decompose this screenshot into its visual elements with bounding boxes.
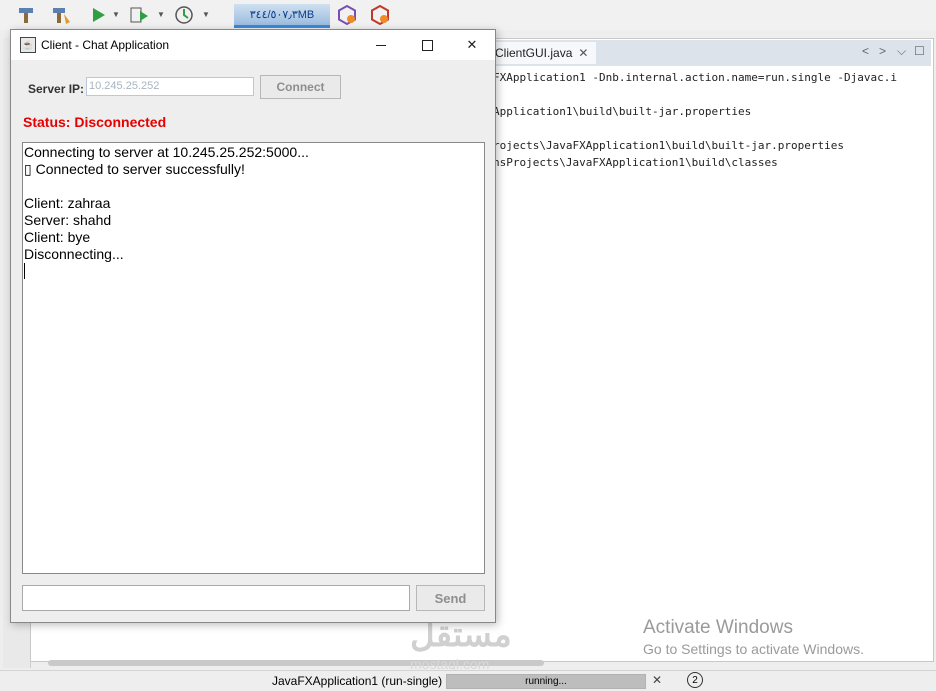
close-icon: ✕ — [466, 37, 478, 52]
minimize-icon — [376, 44, 386, 46]
gc-icon[interactable] — [336, 4, 358, 26]
chat-line: ▯ Connected to server successfully! — [24, 161, 245, 177]
debug-icon[interactable] — [128, 4, 150, 26]
chat-line: Client: zahraa — [24, 195, 111, 211]
chat-line: Disconnecting... — [24, 246, 124, 262]
activate-windows-subtitle: Go to Settings to activate Windows. — [643, 641, 864, 657]
java-app-icon: ☕ — [20, 37, 36, 53]
run-dropdown-arrow-icon[interactable]: ▼ — [112, 10, 120, 19]
output-line: FXApplication1 -Dnb.internal.action.name… — [493, 71, 897, 84]
close-tab-icon[interactable]: ✕ — [578, 46, 588, 60]
notifications-badge[interactable]: 2 — [687, 672, 703, 688]
run-task-label: JavaFXApplication1 (run-single) — [272, 674, 443, 688]
cancel-task-icon[interactable]: ✕ — [652, 673, 662, 687]
progress-text: running... — [525, 676, 567, 687]
ide-toolbar: ▼ ▼ ▼ ٣٤٤/٥٠٧٫٣MB — [0, 0, 936, 30]
maximize-icon — [421, 39, 433, 51]
close-button[interactable]: ✕ — [449, 30, 495, 60]
chat-line: Connecting to server at 10.245.25.252:50… — [24, 144, 309, 160]
chat-line: Client: bye — [24, 229, 91, 245]
profile-icon[interactable] — [173, 4, 195, 26]
client-chat-window: ☕ Client - Chat Application ✕ Server IP:… — [10, 29, 496, 623]
run-icon[interactable] — [87, 4, 109, 26]
chat-line — [24, 178, 484, 195]
chat-line: Server: shahd — [24, 212, 112, 228]
tab-label: ClientGUI.java — [495, 46, 573, 60]
scroll-left-icon[interactable]: < — [862, 44, 869, 58]
output-line: Application1\build\built-jar.properties — [493, 105, 752, 118]
tab-list-chevron-down-icon[interactable]: ⌵ — [897, 44, 906, 59]
debug-dropdown-arrow-icon[interactable]: ▼ — [157, 10, 165, 19]
message-input[interactable] — [22, 585, 410, 611]
activate-windows-title: Activate Windows — [643, 617, 793, 638]
hammer-build-icon[interactable] — [15, 4, 37, 26]
server-ip-input[interactable]: 10.245.25.252 — [86, 77, 254, 96]
server-ip-label: Server IP: — [28, 82, 85, 96]
maximize-button[interactable] — [404, 30, 450, 60]
text-caret — [24, 263, 25, 279]
chat-log[interactable]: Connecting to server at 10.245.25.252:50… — [22, 142, 485, 574]
output-line: rojects\JavaFXApplication1\build\built-j… — [493, 139, 844, 152]
connect-button[interactable]: Connect — [260, 75, 341, 99]
profile-dropdown-arrow-icon[interactable]: ▼ — [202, 10, 210, 19]
clean-build-icon[interactable] — [50, 4, 72, 26]
output-line: nsProjects\JavaFXApplication1\build\clas… — [493, 156, 778, 169]
pause-icon[interactable] — [369, 4, 391, 26]
send-button[interactable]: Send — [416, 585, 485, 611]
connection-status: Status: Disconnected — [23, 114, 167, 130]
window-title: Client - Chat Application — [41, 38, 170, 52]
memory-indicator[interactable]: ٣٤٤/٥٠٧٫٣MB — [234, 4, 330, 28]
tab-clientgui-java[interactable]: ClientGUI.java ✕ — [491, 42, 597, 64]
scroll-right-icon[interactable]: > — [879, 44, 886, 58]
minimize-button[interactable] — [358, 30, 404, 60]
run-progress-bar[interactable]: running... — [446, 674, 646, 689]
window-titlebar[interactable]: ☕ Client - Chat Application ✕ — [11, 30, 495, 60]
maximize-panel-icon[interactable]: ☐ — [914, 44, 925, 58]
